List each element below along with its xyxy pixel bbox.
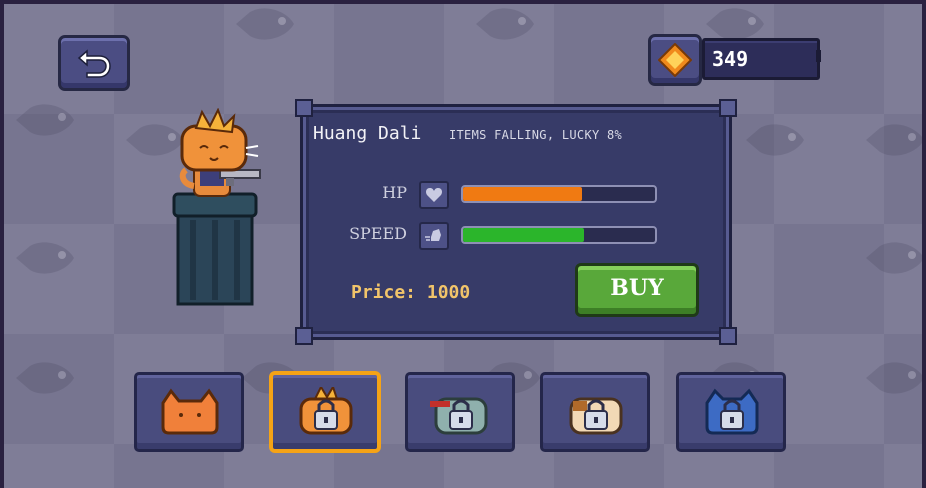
orange-cat-icon [161,388,219,435]
stat-icon-speed [419,222,449,250]
character-slot-orange-cat[interactable] [134,372,244,452]
hero-preview [160,107,270,308]
character-name: Huang Dali [313,123,422,144]
fish-pattern-icon [14,102,76,138]
character-slot-calico-cat[interactable] [540,372,650,452]
grey-ninja-cat-icon [430,397,488,435]
heart-icon [426,188,442,202]
speed-boot-icon [425,229,441,241]
fish-pattern-icon [864,240,922,276]
diamond-gem-icon [658,43,692,77]
fish-pattern-icon [864,360,922,396]
character-slot-grey-ninja-cat[interactable] [405,372,515,452]
stat-label-speed: SPEED [349,224,407,243]
currency-counter-edge [816,50,821,62]
price-label: Price: 1000 [351,282,471,303]
hp-bar [461,185,657,203]
blue-cat-icon [705,388,759,435]
character-slot-orange-spiky-cat[interactable] [270,372,380,452]
fish-pattern-icon [234,6,296,42]
fish-pattern-icon [14,240,76,276]
hp-bar-fill [463,187,583,201]
fish-pattern-icon [744,122,806,158]
buy-button[interactable]: BUY [575,263,699,317]
panel-corner [719,327,737,345]
gem-shop-button[interactable] [648,34,702,86]
calico-cat-icon [569,397,623,435]
speed-bar [461,226,657,244]
currency-counter: 349 [702,38,820,80]
buy-button-label: BUY [610,275,664,301]
stat-icon-hp [419,181,449,209]
fish-pattern-icon [704,6,766,42]
back-button[interactable] [58,35,130,91]
fish-pattern-icon [14,360,76,396]
character-ability: ITEMS FALLING, LUCKY 8% [449,128,623,142]
character-slot-blue-cat[interactable] [676,372,786,452]
speed-bar-fill [463,228,584,242]
fish-pattern-icon [474,6,536,42]
stat-label-hp: HP [382,183,407,202]
orange-spiky-cat-icon [299,387,353,435]
panel-corner [719,99,737,117]
character-info-panel: Huang Dali ITEMS FALLING, LUCKY 8% HP SP… [295,99,737,345]
panel-corner [295,327,313,345]
panel-corner [295,99,313,117]
currency-value: 349 [712,47,749,71]
undo-arrow-icon [77,49,111,78]
fish-pattern-icon [864,122,922,158]
